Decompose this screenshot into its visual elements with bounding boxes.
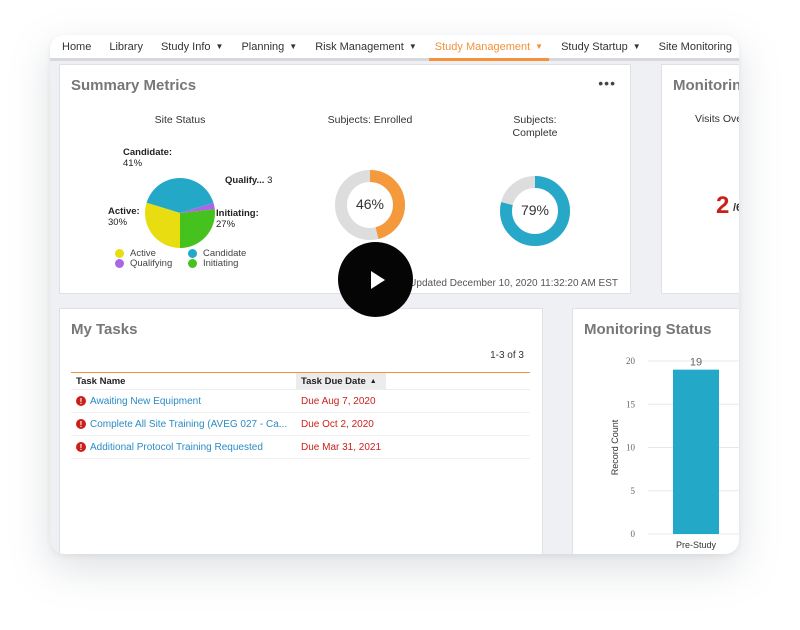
last-updated-text: Last Updated December 10, 2020 11:32:20 … bbox=[387, 278, 618, 289]
pagination-count: 1-3 of 3 bbox=[490, 350, 524, 361]
nav-item-library[interactable]: Library bbox=[103, 35, 149, 58]
caret-down-icon: ▼ bbox=[535, 42, 544, 51]
tasks-table: Task Name Task Due Date ▲ ! Awaiting New E… bbox=[71, 372, 530, 459]
caret-down-icon: ▼ bbox=[408, 42, 417, 51]
enrolled-percent: 46% bbox=[355, 196, 385, 212]
y-tick-label: 5 bbox=[631, 486, 636, 496]
bar-pre-study[interactable] bbox=[673, 369, 719, 534]
task-name-cell: ! Complete All Site Training (AVEG 027 - … bbox=[71, 419, 296, 430]
task-link[interactable]: Complete All Site Training (AVEG 027 - C… bbox=[90, 419, 287, 430]
pie-slice-initiating[interactable] bbox=[180, 209, 215, 248]
pie-label-active: Active: 30% bbox=[108, 206, 140, 228]
legend-label: Initiating bbox=[203, 258, 239, 269]
y-tick-label: 0 bbox=[631, 529, 636, 539]
y-axis-label: Record Count bbox=[610, 419, 620, 475]
play-icon bbox=[370, 270, 385, 289]
alert-icon: ! bbox=[76, 419, 86, 429]
caret-down-icon: ▼ bbox=[215, 42, 224, 51]
y-tick-label: 20 bbox=[626, 356, 636, 366]
more-options-button[interactable]: ••• bbox=[598, 75, 616, 91]
monitoring-card: Monitorin Visits Ove 2 /6 bbox=[661, 64, 739, 294]
y-tick-label: 15 bbox=[626, 399, 636, 409]
task-due-date: Due Aug 7, 2020 bbox=[301, 395, 376, 407]
task-due-date: Due Mar 31, 2021 bbox=[301, 441, 382, 453]
nav-item-study-info[interactable]: Study Info ▼ bbox=[155, 35, 229, 58]
task-link[interactable]: Additional Protocol Training Requested bbox=[90, 442, 263, 453]
nav-item-label: Study Startup bbox=[561, 40, 628, 53]
column-task-due-date[interactable]: Task Due Date ▲ bbox=[296, 373, 386, 389]
sort-ascending-icon: ▲ bbox=[369, 377, 377, 385]
nav-item-label: Library bbox=[109, 40, 143, 53]
x-tick-label: Pre-Study bbox=[676, 540, 717, 550]
legend-item-initiating[interactable]: Initiating bbox=[188, 258, 238, 269]
complete-title: Subjects: Complete bbox=[512, 114, 558, 139]
monitoring-status-bar-chart: 0 5 10 15 20 Record Count 19 Pre-Study bbox=[610, 356, 739, 550]
bar-data-label: 19 bbox=[690, 357, 702, 369]
monitoring-status-card: Monitoring Status 0 5 10 15 20 Record Count 19… bbox=[572, 308, 739, 554]
visits-overdue-label: Visits Ove bbox=[695, 113, 739, 125]
legend-item-qualifying[interactable]: Qualifying bbox=[115, 258, 172, 269]
alert-icon: ! bbox=[76, 442, 86, 452]
legend-dot-qualifying bbox=[115, 259, 124, 268]
nav-item-label: Risk Management bbox=[315, 40, 404, 53]
task-name-cell: ! Additional Protocol Training Requested bbox=[71, 442, 296, 453]
table-row: ! Awaiting New Equipment Due Aug 7, 2020 bbox=[71, 390, 530, 413]
nav-item-study-startup[interactable]: Study Startup ▼ bbox=[555, 35, 647, 58]
legend-dot-active bbox=[115, 249, 124, 258]
table-row: ! Additional Protocol Training Requested D… bbox=[71, 436, 530, 459]
pie-label-initiating: Initiating: 27% bbox=[216, 208, 259, 230]
column-task-name[interactable]: Task Name bbox=[71, 376, 296, 387]
my-tasks-card: My Tasks 1-3 of 3 Task Name Task Due Dat… bbox=[59, 308, 543, 554]
complete-percent: 79% bbox=[520, 202, 550, 218]
top-navigation: Home Library Study Info ▼ Planning ▼ Risk Mana… bbox=[50, 35, 739, 61]
nav-item-study-management[interactable]: Study Management ▼ bbox=[428, 35, 550, 61]
task-due-date: Due Oct 2, 2020 bbox=[301, 418, 374, 430]
play-video-button[interactable] bbox=[338, 242, 413, 317]
summary-metrics-title: Summary Metrics bbox=[71, 77, 197, 94]
nav-item-label: Site Monitoring bbox=[658, 40, 733, 53]
site-status-title: Site Status bbox=[154, 114, 206, 126]
table-header: Task Name Task Due Date ▲ bbox=[71, 372, 530, 390]
nav-item-home[interactable]: Home bbox=[56, 35, 97, 58]
nav-item-label: Planning bbox=[241, 40, 285, 53]
my-tasks-title: My Tasks bbox=[71, 321, 138, 338]
task-link[interactable]: Awaiting New Equipment bbox=[90, 396, 201, 407]
nav-item-planning[interactable]: Planning ▼ bbox=[235, 35, 303, 58]
caret-down-icon: ▼ bbox=[632, 42, 641, 51]
legend-dot-initiating bbox=[188, 259, 197, 268]
nav-item-label: Study Management bbox=[434, 40, 531, 53]
task-name-cell: ! Awaiting New Equipment bbox=[71, 396, 296, 407]
visits-total: /6 bbox=[733, 202, 739, 214]
legend-label: Qualifying bbox=[130, 258, 173, 269]
monitoring-title: Monitorin bbox=[673, 77, 739, 94]
column-label: Task Due Date bbox=[301, 375, 366, 387]
caret-down-icon: ▼ bbox=[289, 42, 298, 51]
nav-item-label: Home bbox=[62, 40, 92, 53]
table-row: ! Complete All Site Training (AVEG 027 - … bbox=[71, 413, 530, 436]
nav-item-label: Study Info bbox=[160, 40, 211, 53]
pie-label-qualifying: Qualify... 3 bbox=[225, 175, 273, 186]
enrolled-title: Subjects: Enrolled bbox=[327, 114, 413, 126]
y-tick-label: 10 bbox=[626, 443, 636, 453]
legend-dot-candidate bbox=[188, 249, 197, 258]
alert-icon: ! bbox=[76, 396, 86, 406]
pie-label-candidate: Candidate: 41% bbox=[123, 147, 173, 169]
visits-count: 2 bbox=[716, 192, 730, 219]
nav-item-site-monitoring[interactable]: Site Monitoring bbox=[653, 35, 738, 58]
nav-item-risk-management[interactable]: Risk Management ▼ bbox=[309, 35, 423, 58]
